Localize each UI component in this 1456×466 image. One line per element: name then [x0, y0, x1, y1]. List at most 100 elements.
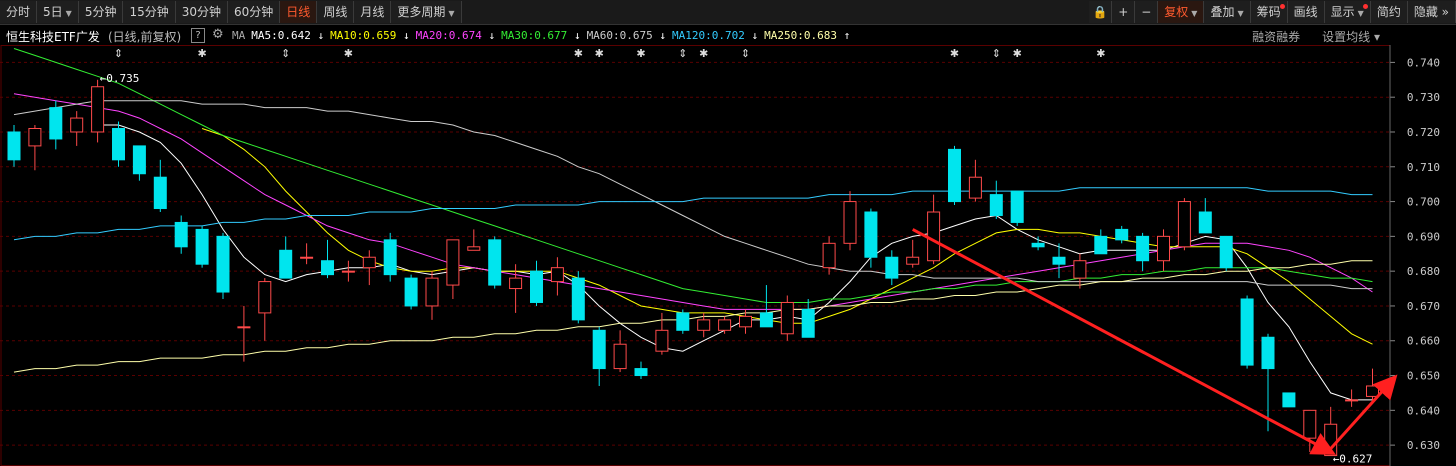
candle[interactable] [1198, 198, 1212, 234]
candle[interactable] [132, 145, 146, 181]
candle[interactable] [1073, 253, 1087, 289]
kline-chart[interactable]: 0.630 0.640 0.650 0.660 0.670 0.680 0.690 0.700… [0, 45, 1456, 466]
candle[interactable] [592, 326, 606, 386]
tool-button-4[interactable]: 显示 ▼ [1324, 1, 1371, 23]
candle[interactable] [174, 215, 188, 254]
event-marker[interactable]: ✱ [595, 47, 604, 60]
candle[interactable] [530, 260, 543, 306]
period-tab-7[interactable]: 周线 [317, 1, 355, 23]
candle[interactable] [1031, 236, 1045, 251]
candle[interactable] [446, 239, 460, 299]
candle[interactable] [655, 312, 669, 355]
event-marker[interactable]: ⇕ [992, 47, 1001, 60]
candle[interactable] [1303, 409, 1317, 453]
period-tab-1[interactable]: 5日 ▼ [37, 1, 79, 23]
candle[interactable] [571, 271, 585, 324]
candle[interactable] [1240, 295, 1254, 369]
candle[interactable] [467, 229, 481, 251]
period-tab-6[interactable]: 日线 [280, 1, 318, 23]
event-marker[interactable]: ✱ [574, 47, 583, 60]
candle[interactable] [91, 79, 105, 143]
candle[interactable] [425, 271, 439, 320]
candle[interactable] [1219, 235, 1233, 272]
candle[interactable] [989, 180, 1003, 219]
candle[interactable] [885, 250, 899, 286]
zoom-out-icon[interactable]: − [1135, 1, 1159, 23]
candle[interactable] [404, 274, 418, 310]
candle[interactable] [70, 111, 84, 146]
period-tab-2[interactable]: 5分钟 [78, 1, 124, 23]
candle[interactable] [488, 236, 502, 289]
info-link-0[interactable]: 融资融券 [1252, 28, 1300, 45]
event-marker[interactable]: ✱ [344, 47, 353, 60]
candle[interactable] [906, 239, 920, 268]
candle[interactable] [1177, 198, 1191, 251]
candle[interactable] [7, 125, 21, 167]
candle[interactable] [550, 257, 564, 296]
tool-button-label: 筹码 [1256, 5, 1281, 19]
candle[interactable] [613, 330, 627, 373]
candle[interactable] [968, 159, 982, 202]
candle[interactable] [112, 121, 125, 167]
zoom-in-icon[interactable]: + [1112, 1, 1136, 23]
candle[interactable] [362, 250, 376, 286]
tool-button-6[interactable]: 隐藏 » [1407, 1, 1456, 23]
candle[interactable] [341, 260, 355, 282]
event-marker[interactable]: ✱ [197, 47, 206, 60]
candle[interactable] [321, 239, 334, 279]
event-marker[interactable]: ✱ [1096, 47, 1105, 60]
period-tab-0[interactable]: 分时 [0, 1, 38, 23]
event-marker[interactable]: ⇕ [678, 47, 687, 60]
tool-button-1[interactable]: 叠加 ▼ [1204, 1, 1251, 23]
candle[interactable] [1010, 190, 1024, 226]
tool-button-3[interactable]: 画线 [1287, 1, 1325, 23]
candle[interactable] [801, 298, 815, 338]
candle[interactable] [927, 194, 941, 265]
drawn-trend-arrow[interactable] [1329, 374, 1398, 450]
lock-icon[interactable]: 🔒 [1089, 1, 1113, 23]
candle[interactable] [676, 309, 690, 334]
candle[interactable] [300, 243, 314, 265]
candle[interactable] [28, 125, 42, 171]
candle[interactable] [1136, 232, 1150, 272]
period-tab-4[interactable]: 30分钟 [175, 1, 229, 23]
candle-body [718, 319, 732, 331]
candle[interactable] [718, 316, 732, 334]
event-marker[interactable]: ✱ [699, 47, 708, 60]
candle[interactable] [153, 159, 167, 213]
period-tab-9[interactable]: 更多周期 ▼ [391, 1, 462, 23]
gear-icon[interactable]: ⚙ [212, 27, 224, 42]
candle[interactable] [1094, 229, 1108, 255]
event-marker[interactable]: ✱ [1013, 47, 1022, 60]
candle[interactable] [258, 278, 272, 341]
event-marker[interactable]: ⇕ [281, 47, 290, 60]
candle-body [425, 277, 439, 307]
period-tab-8[interactable]: 月线 [354, 1, 392, 23]
event-marker[interactable]: ⇕ [114, 47, 123, 60]
tool-button-5[interactable]: 简约 [1370, 1, 1408, 23]
candle[interactable] [1282, 392, 1296, 408]
event-marker[interactable]: ✱ [636, 47, 645, 60]
candle[interactable] [634, 361, 648, 380]
help-icon[interactable]: ? [191, 28, 205, 43]
candle[interactable] [195, 225, 209, 268]
info-link-1[interactable]: 设置均线 ▾ [1322, 28, 1380, 45]
tool-button-0[interactable]: 复权 ▼ [1158, 1, 1205, 23]
candle[interactable] [237, 305, 251, 362]
candle-body [7, 131, 21, 161]
candle[interactable] [948, 145, 961, 206]
period-tab-3[interactable]: 15分钟 [123, 1, 176, 23]
tool-button-2[interactable]: 筹码 [1250, 1, 1288, 23]
event-marker[interactable]: ✱ [950, 47, 959, 60]
candle-body [1198, 211, 1212, 234]
event-marker[interactable]: ⇕ [741, 47, 750, 60]
period-tab-5[interactable]: 60分钟 [228, 1, 281, 23]
candle[interactable] [49, 100, 63, 150]
candle[interactable] [279, 236, 293, 279]
candle[interactable] [216, 232, 230, 299]
candle[interactable] [1157, 229, 1170, 272]
candle[interactable] [843, 191, 857, 251]
candle[interactable] [864, 208, 878, 268]
candle[interactable] [780, 295, 794, 341]
candle[interactable] [383, 232, 397, 282]
